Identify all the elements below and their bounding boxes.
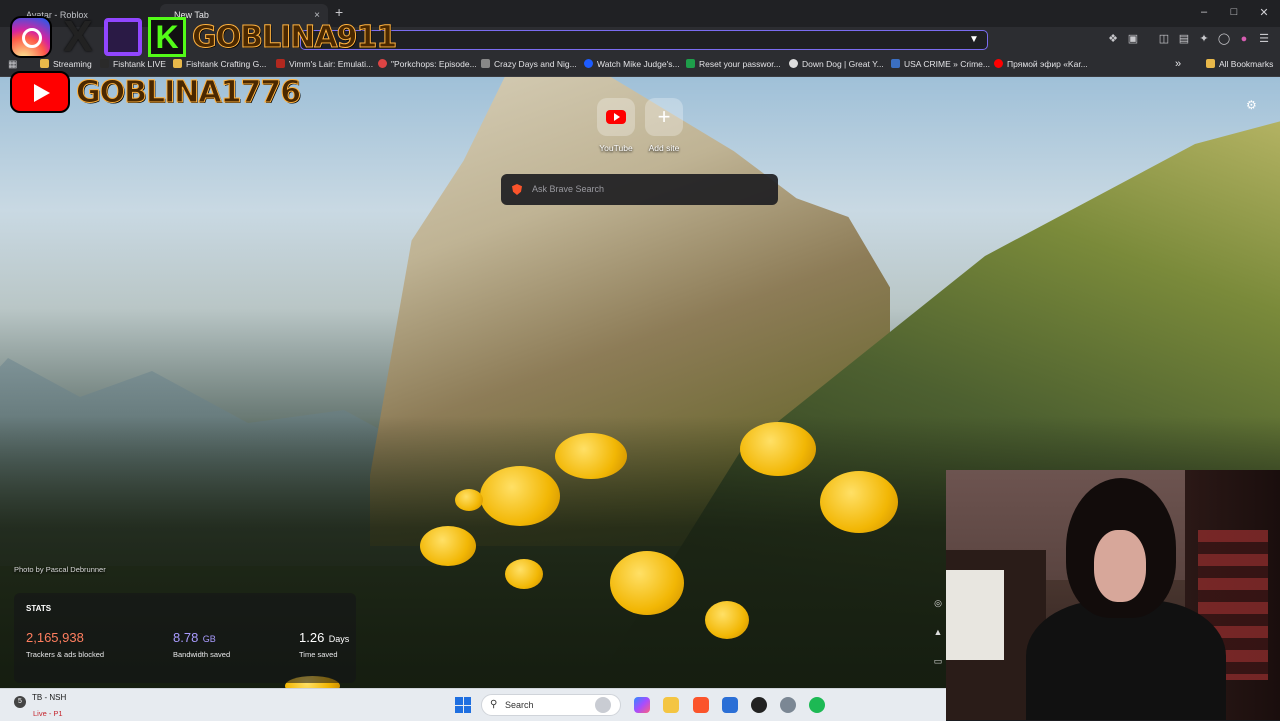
flower [505, 559, 543, 589]
all-bookmarks-button[interactable]: All Bookmarks [1206, 53, 1273, 76]
brave-shields-icon[interactable]: ▼ [969, 34, 979, 45]
widget-status: Live - P1 [33, 709, 63, 718]
shortcut-add-site[interactable]: + Add site [636, 98, 692, 153]
obs-icon[interactable] [751, 697, 767, 713]
youtube-handle: GOBLINA1776 [75, 74, 301, 110]
youtube-icon [606, 110, 626, 124]
bookmark-item[interactable]: Прямой эфир «Kar... [994, 53, 1088, 76]
copilot-highlight-icon[interactable] [595, 697, 611, 713]
shortcut-label: Add site [648, 143, 680, 153]
widget-side-icons: ◎ ▲ ▭ [930, 598, 946, 685]
taskbar-widget[interactable]: 5 TB - NSH Live - P1 [14, 693, 66, 718]
bookmark-label: Down Dog | Great Y... [802, 59, 884, 69]
stat-label: Time saved [299, 650, 338, 659]
copilot-icon[interactable] [634, 697, 650, 713]
all-bookmarks-label: All Bookmarks [1219, 59, 1274, 69]
widget-badge: 5 [14, 696, 26, 708]
stat-value: 8.78 [173, 630, 199, 645]
search-icon: ⚲ [490, 699, 498, 710]
minimize-button[interactable]: – [1194, 6, 1214, 18]
gear-icon[interactable]: ⚙ [1246, 98, 1257, 112]
brave-browser-icon[interactable] [693, 697, 709, 713]
brave-search-box[interactable]: Ask Brave Search [501, 174, 778, 205]
bookmark-label: Crazy Days and Nig... [494, 59, 577, 69]
taskbar: 5 TB - NSH Live - P1 ⚲ Search [0, 688, 946, 721]
flower [480, 466, 560, 526]
flower [820, 471, 898, 533]
youtube-overlay: GOBLINA1776 [10, 70, 302, 114]
bookmark-label: Fishtank LIVE [113, 59, 166, 69]
leo-ai-icon[interactable]: ✦ [1197, 32, 1211, 46]
flower [455, 489, 483, 511]
flower [420, 526, 476, 566]
bookmark-item[interactable]: Down Dog | Great Y... [789, 53, 884, 76]
bookmark-label: USA CRIME » Crime... [904, 59, 990, 69]
stat-time: 1.26 Days Time saved [299, 629, 349, 659]
flower [740, 422, 816, 476]
bookmark-label: Watch Mike Judge's... [597, 59, 680, 69]
brave-lion-icon [512, 184, 522, 195]
bookmark-item[interactable]: Watch Mike Judge's... [584, 53, 680, 76]
notepad-icon[interactable] [722, 697, 738, 713]
bookmark-label: "Porkchops: Episode... [391, 59, 477, 69]
stat-label: Bandwidth saved [173, 650, 231, 659]
youtube-icon [10, 71, 70, 113]
menu-icon[interactable]: ☰ [1257, 32, 1271, 46]
maximize-button[interactable]: □ [1224, 6, 1244, 18]
stat-unit: GB [202, 634, 216, 644]
file-explorer-icon[interactable] [663, 697, 679, 713]
card-icon[interactable]: ▭ [930, 656, 946, 685]
stat-value: 2,165,938 [26, 630, 84, 645]
instagram-icon [10, 16, 52, 58]
search-placeholder: Ask Brave Search [532, 184, 605, 194]
close-window-button[interactable]: ✕ [1254, 6, 1274, 19]
bookmarks-overflow-button[interactable]: » [1175, 53, 1181, 76]
address-bar[interactable]: ▼ [300, 30, 988, 50]
stat-unit: Days [328, 634, 350, 644]
taskbar-search-label: Search [505, 700, 534, 710]
wallet-icon[interactable]: ▤ [1177, 32, 1191, 46]
sidebar-icon[interactable]: ◫ [1157, 32, 1171, 46]
location-icon[interactable]: ◎ [930, 598, 946, 627]
cam-person-body [1026, 600, 1226, 720]
bookmark-label: Fishtank Crafting G... [186, 59, 267, 69]
social-overlay: X K GOBLINA911 [10, 12, 398, 61]
streamer-handle: GOBLINA911 [191, 19, 397, 55]
cam-person-face [1094, 530, 1146, 602]
vpn-icon[interactable]: ◯ [1217, 32, 1231, 46]
cam-box [946, 570, 1004, 660]
bookmark-item[interactable]: Reset your passwor... [686, 53, 781, 76]
warning-icon[interactable]: ▲ [930, 627, 946, 656]
shortcut-tile [597, 98, 635, 136]
bookmark-label: Vimm's Lair: Emulati... [289, 59, 374, 69]
photo-credit[interactable]: Photo by Pascal Debrunner [14, 565, 106, 574]
stats-title: STATS [26, 604, 52, 613]
webcam-overlay [946, 470, 1280, 720]
stats-widget: STATS 2,165,938 Trackers & ads blocked 8… [14, 593, 356, 683]
stat-value: 1.26 [299, 630, 325, 645]
widget-title: TB - NSH [32, 693, 67, 702]
flower [610, 551, 684, 615]
bookmark-item[interactable]: USA CRIME » Crime... [891, 53, 990, 76]
windows-start-icon[interactable] [455, 697, 471, 713]
flower [705, 601, 749, 639]
bookmark-item[interactable]: Crazy Days and Nig... [481, 53, 577, 76]
extensions-icon[interactable]: ❖ [1106, 32, 1120, 46]
twitch-icon [104, 18, 142, 56]
stat-label: Trackers & ads blocked [26, 650, 105, 659]
plus-icon: + [657, 104, 671, 129]
flower [555, 433, 627, 479]
settings-gear-icon[interactable] [780, 697, 796, 713]
spotify-icon[interactable] [809, 697, 825, 713]
kick-icon: K [148, 17, 186, 57]
rewards-icon[interactable]: ● [1237, 32, 1251, 46]
shortcut-tile: + [645, 98, 683, 136]
bookmark-label: Прямой эфир «Kar... [1007, 59, 1088, 69]
x-icon: X [63, 12, 93, 61]
bookmark-label: Reset your passwor... [699, 59, 781, 69]
stat-trackers: 2,165,938 Trackers & ads blocked [26, 629, 104, 659]
screenshot-icon[interactable]: ▣ [1126, 32, 1140, 46]
stat-bandwidth: 8.78 GB Bandwidth saved [173, 629, 230, 659]
